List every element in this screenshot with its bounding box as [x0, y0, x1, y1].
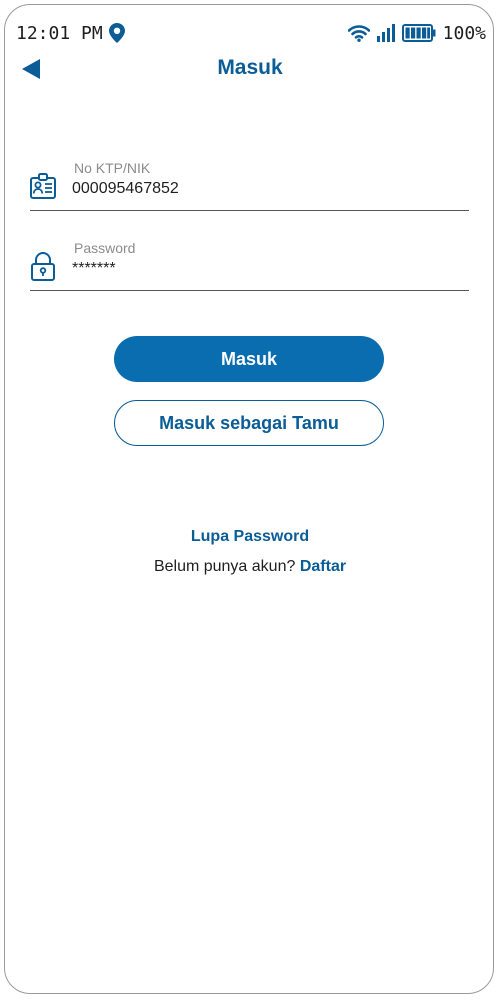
- register-row: Belum punya akun? Daftar: [0, 558, 500, 576]
- register-prompt: Belum punya akun?: [153, 558, 296, 575]
- id-card-icon: [30, 173, 56, 199]
- guest-login-button[interactable]: Masuk sebagai Tamu: [114, 400, 384, 446]
- status-left: 12:01 PM: [16, 23, 125, 44]
- nik-label: No KTP/NIK: [74, 160, 151, 176]
- back-arrow-icon[interactable]: [20, 58, 42, 80]
- phone-frame: [4, 4, 494, 994]
- signal-icon: [376, 24, 395, 42]
- wifi-icon: [347, 25, 370, 42]
- status-right: 100%: [347, 22, 486, 44]
- forgot-password-link[interactable]: Lupa Password: [0, 528, 500, 546]
- app-header: Masuk: [0, 50, 500, 86]
- battery-percent: 100%: [442, 22, 486, 44]
- location-icon: [108, 23, 125, 43]
- status-time: 12:01 PM: [16, 22, 103, 44]
- password-label: Password: [74, 240, 136, 256]
- nik-input[interactable]: [72, 180, 452, 198]
- lock-icon: [31, 252, 55, 281]
- battery-icon: [401, 24, 436, 42]
- password-input[interactable]: [72, 260, 452, 278]
- password-field[interactable]: Password: [30, 240, 469, 291]
- nik-field[interactable]: No KTP/NIK: [30, 160, 469, 211]
- register-link[interactable]: Daftar: [300, 558, 346, 575]
- login-button[interactable]: Masuk: [114, 336, 384, 382]
- status-bar: 12:01 PM 100%: [16, 20, 486, 46]
- page-title: Masuk: [217, 56, 283, 79]
